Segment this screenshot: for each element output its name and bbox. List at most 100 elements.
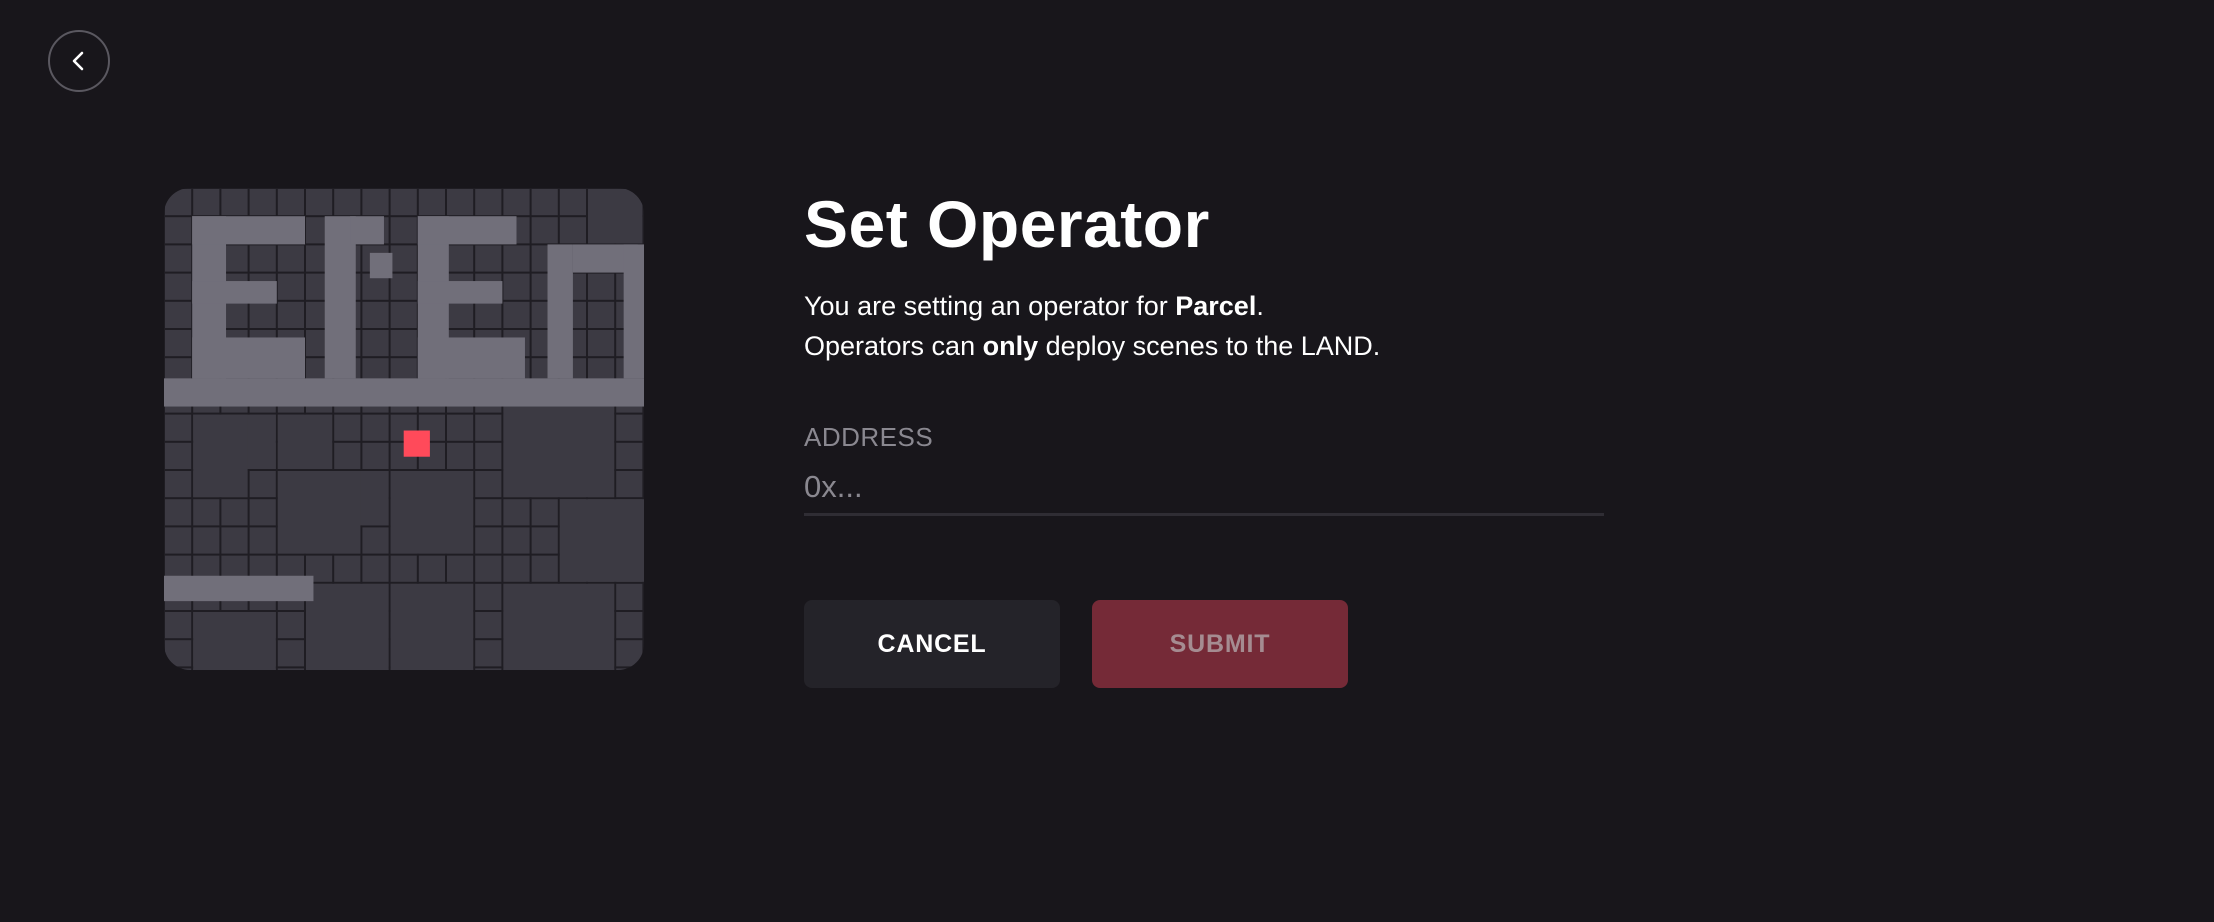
map-parcel [503,527,530,554]
back-button[interactable] [48,30,110,92]
map-parcel [334,189,361,216]
map-parcel [221,189,248,216]
map-parcel [334,414,361,441]
map-parcel [447,442,474,469]
map-estate [390,471,474,554]
map-parcel [249,471,276,498]
map-estate [559,499,644,582]
map-estate [193,612,276,670]
map-estate [277,471,361,554]
map-parcel [362,330,389,357]
map-parcel [165,189,192,216]
map-parcel [165,612,192,639]
address-label: ADDRESS [804,422,934,452]
set-operator-page: Set Operator You are setting an operator… [0,0,2214,922]
map-estate [390,583,474,670]
map-road [417,281,503,304]
map-parcel [503,273,530,300]
map-parcel [277,245,304,272]
map-parcel [277,612,304,639]
map-parcel [475,527,502,554]
map-parcel [390,217,417,244]
map-parcel [277,640,304,667]
map-parcel [277,273,304,300]
map-parcel [277,189,304,216]
map-parcel [362,555,389,582]
map-road [192,337,305,379]
map-parcel [418,189,445,216]
map-parcel [531,499,558,526]
description: You are setting an operator for Parcel. … [804,286,1604,366]
map-parcel [616,583,643,610]
map-parcel [475,471,502,498]
map-parcel [503,555,530,582]
map-parcel [531,217,558,244]
map-parcel [165,301,192,328]
map-parcel [616,471,643,498]
map-parcel [165,442,192,469]
map-parcel [503,499,530,526]
submit-button[interactable]: SUBMIT [1092,600,1348,688]
chevron-left-icon [72,51,84,71]
map-parcel [249,499,276,526]
map-parcel [503,301,530,328]
map-parcel [221,499,248,526]
map-parcel [475,555,502,582]
map-parcel [249,301,276,328]
cancel-button[interactable]: CANCEL [804,600,1060,688]
map-parcel [390,273,417,300]
emphasis-only: only [982,331,1039,361]
map-parcel [616,442,643,469]
map-parcel [447,245,474,272]
map-parcel [362,442,389,469]
map-parcel [193,499,220,526]
map-parcel [362,189,389,216]
map-road [417,337,525,379]
map-parcel [165,668,192,670]
map-parcel [165,217,192,244]
map-parcel [193,527,220,554]
map-parcel [447,301,474,328]
selected-parcel [403,430,430,457]
page-title: Set Operator [804,187,1210,261]
address-input[interactable] [804,460,1604,516]
map-road [192,216,305,245]
operator-form: Set Operator You are setting an operator… [804,180,1604,688]
map-parcel [447,414,474,441]
map-estate [588,189,643,244]
map-parcel [503,189,530,216]
map-parcel [362,301,389,328]
map-parcel [447,555,474,582]
map-parcel [559,217,586,244]
description-line-2: Operators can only deploy scenes to the … [804,331,1381,361]
map-road [417,216,517,245]
map-parcel [277,668,304,670]
map-parcel [334,442,361,469]
map-parcel [531,527,558,554]
map-estate [503,583,615,670]
map-estate [306,583,389,670]
map-parcel [193,189,220,216]
map-parcel [559,189,586,216]
map-parcel [616,668,643,670]
map-parcel [221,527,248,554]
map-estate [193,414,248,498]
map-road [547,244,573,379]
parcel-map-preview [164,188,644,670]
map-parcel [249,527,276,554]
map-parcel [165,245,192,272]
map-parcel [588,273,615,300]
map-parcel [475,668,502,670]
map-parcel [277,301,304,328]
map-parcel [503,245,530,272]
map-road [350,216,384,245]
map-parcel [390,301,417,328]
map-parcel [447,189,474,216]
map-parcel [418,555,445,582]
map-road [164,378,644,407]
map-parcel [390,189,417,216]
map-parcel [249,245,276,272]
map-parcel [165,527,192,554]
map-parcel [616,612,643,639]
map-parcel [165,414,192,441]
